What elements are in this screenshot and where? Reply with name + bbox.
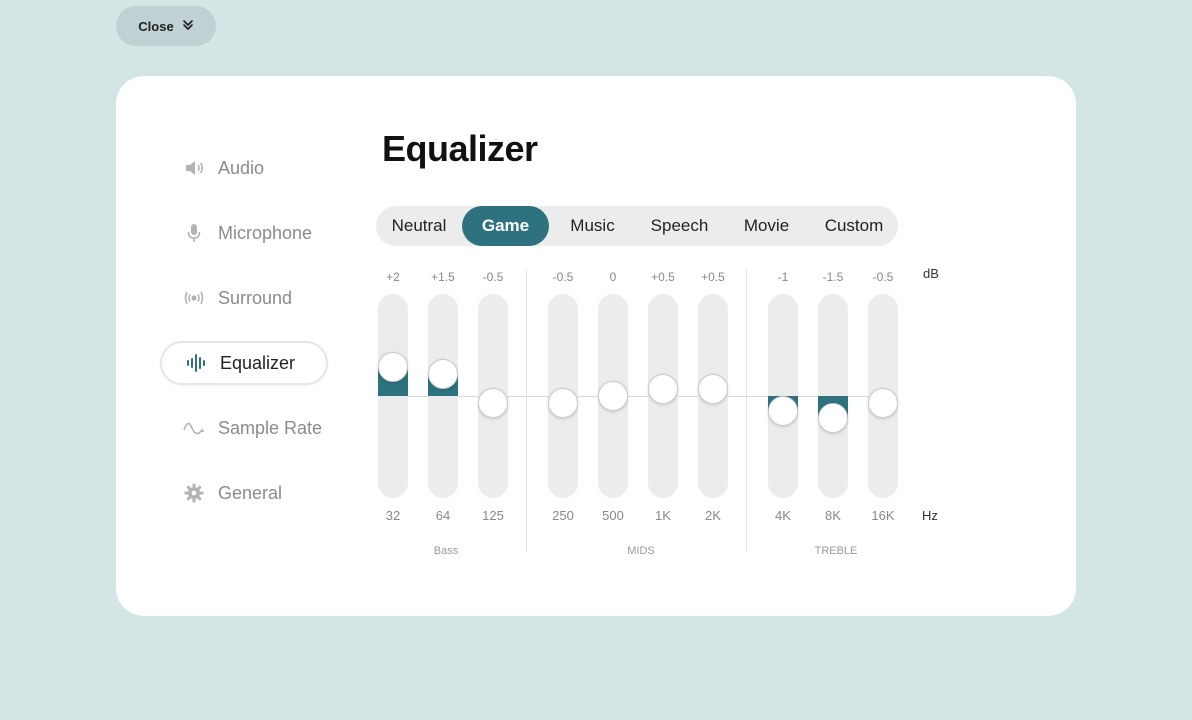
band-frequency-label: 64 bbox=[435, 508, 451, 523]
band-slider-handle[interactable] bbox=[548, 388, 578, 419]
band-db-value: +2 bbox=[386, 270, 400, 284]
band-slider-handle[interactable] bbox=[698, 373, 728, 404]
band-slider-32[interactable] bbox=[378, 294, 408, 498]
band-slider-16k[interactable] bbox=[868, 294, 898, 498]
band-frequency-label: 1K bbox=[655, 508, 671, 523]
band-db-value: 0 bbox=[609, 270, 617, 284]
band-db-value: -0.5 bbox=[552, 270, 574, 284]
band-slider-handle[interactable] bbox=[818, 402, 848, 433]
band-slider-handle[interactable] bbox=[768, 395, 798, 426]
band-frequency-label: 250 bbox=[552, 508, 574, 523]
band-slider-64[interactable] bbox=[428, 294, 458, 498]
band-slider-handle[interactable] bbox=[378, 352, 408, 382]
group-label-treble: TREBLE bbox=[814, 545, 858, 557]
group-label-bass: Bass bbox=[433, 545, 459, 557]
band-db-value: -0.5 bbox=[872, 270, 894, 284]
band-slider-4k[interactable] bbox=[768, 294, 798, 498]
band-frequency-label: 32 bbox=[385, 508, 401, 523]
band-frequency-label: 4K bbox=[775, 508, 791, 523]
band-slider-250[interactable] bbox=[548, 294, 578, 498]
band-db-value: -1 bbox=[777, 270, 789, 284]
close-button[interactable]: Close bbox=[116, 6, 216, 46]
band-slider-125[interactable] bbox=[478, 294, 508, 498]
hz-unit-label: Hz bbox=[922, 508, 938, 523]
band-frequency-label: 125 bbox=[482, 508, 504, 523]
close-button-label: Close bbox=[138, 18, 174, 34]
band-frequency-label: 2K bbox=[705, 508, 721, 523]
band-db-value: +0.5 bbox=[651, 270, 675, 284]
band-slider-500[interactable] bbox=[598, 294, 628, 498]
band-slider-2k[interactable] bbox=[698, 294, 728, 498]
equalizer: dB Hz Bass MIDS TREBLE +2 32 +1.5 64 -0.5 125… bbox=[116, 76, 1076, 616]
chevron-double-down-icon bbox=[182, 19, 194, 34]
band-slider-8k[interactable] bbox=[818, 294, 848, 498]
band-db-value: -0.5 bbox=[482, 270, 504, 284]
db-unit-label: dB bbox=[923, 266, 939, 281]
band-slider-1k[interactable] bbox=[648, 294, 678, 498]
band-frequency-label: 500 bbox=[602, 508, 624, 523]
band-slider-handle[interactable] bbox=[868, 388, 898, 419]
group-divider bbox=[746, 270, 747, 552]
band-db-value: +0.5 bbox=[701, 270, 725, 284]
band-db-value: +1.5 bbox=[431, 270, 455, 284]
group-divider bbox=[526, 270, 527, 552]
band-frequency-label: 8K bbox=[825, 508, 841, 523]
band-slider-handle[interactable] bbox=[648, 373, 678, 404]
group-label-mids: MIDS bbox=[627, 545, 655, 557]
band-db-value: -1.5 bbox=[822, 270, 844, 284]
band-slider-handle[interactable] bbox=[598, 381, 628, 411]
settings-panel: Audio Microphone Surround Equalizer Samp… bbox=[116, 76, 1076, 616]
band-frequency-label: 16K bbox=[871, 508, 895, 523]
band-slider-handle[interactable] bbox=[478, 388, 508, 419]
